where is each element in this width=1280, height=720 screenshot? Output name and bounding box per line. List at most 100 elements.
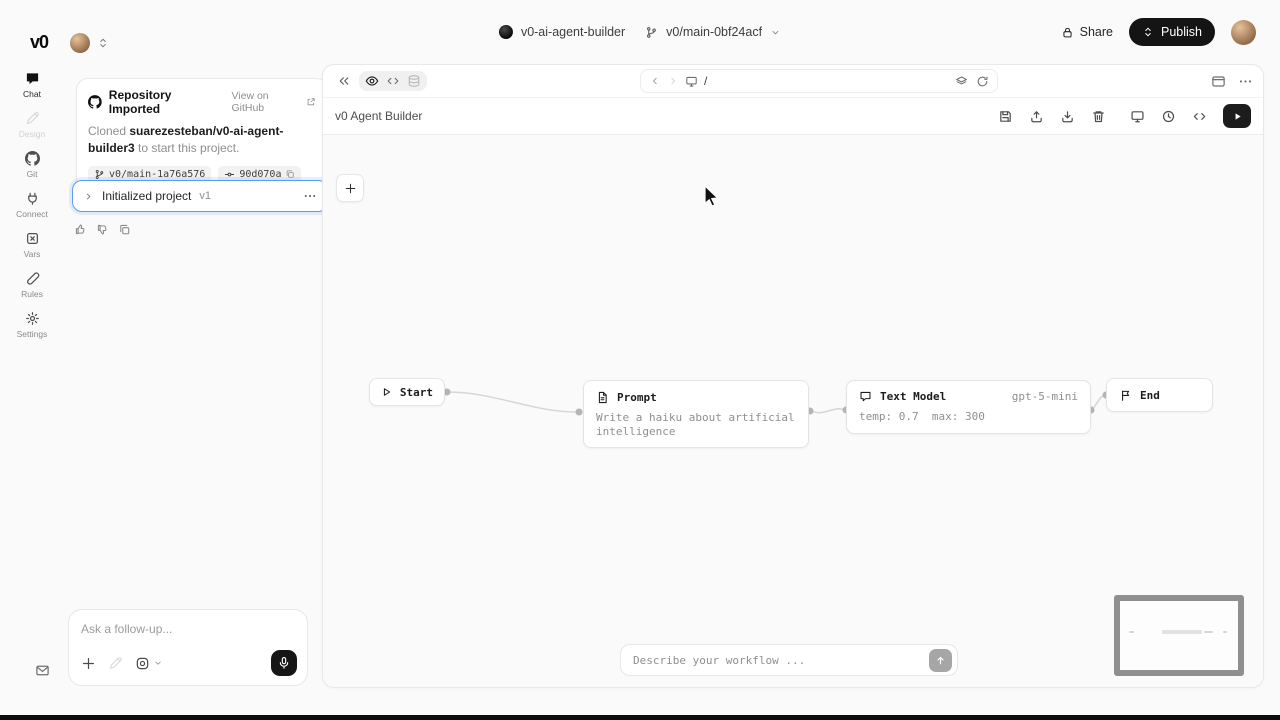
publish-button[interactable]: Publish (1129, 18, 1215, 46)
design-mode-button[interactable] (108, 656, 123, 671)
minimap-node-mark (1204, 631, 1213, 633)
account-avatar[interactable] (1231, 20, 1256, 45)
chevrons-left-icon (337, 74, 351, 88)
refresh-button[interactable] (976, 75, 989, 88)
workflow-submit-button[interactable] (929, 649, 952, 672)
rail-item-git[interactable]: Git (0, 151, 64, 179)
add-attachment-button[interactable] (81, 656, 96, 671)
view-mode-toggle (359, 71, 427, 91)
v0-logo[interactable]: v0 (30, 32, 48, 53)
rail-label: Design (19, 129, 45, 139)
node-title: End (1140, 389, 1160, 402)
feedback-mail-button[interactable] (35, 663, 50, 678)
repo-card-body: Cloned suarezesteban/v0-ai-agent-builder… (88, 123, 316, 157)
project-breadcrumb: v0-ai-agent-builder v0/main-0bf24acf (499, 0, 781, 64)
arrow-up-icon (935, 655, 946, 666)
thumbs-down-button[interactable] (96, 223, 109, 236)
minimap-node-mark (1223, 631, 1227, 633)
chat-icon (25, 71, 40, 86)
sources-dropdown[interactable] (135, 656, 163, 671)
node-start[interactable]: Start (369, 378, 445, 406)
rail-label: Git (27, 169, 38, 179)
team-switcher[interactable] (70, 33, 109, 53)
app-title: v0 Agent Builder (335, 109, 422, 123)
save-workflow-button[interactable] (998, 109, 1013, 124)
url-path[interactable]: / (704, 74, 949, 88)
collapse-sidebar-button[interactable] (333, 74, 355, 88)
top-bar: v0 v0-ai-agent-builder v0/main-0bf24acf … (0, 0, 1280, 64)
branch-icon (94, 169, 105, 180)
version-item-initialized-project[interactable]: Initialized project v1 (72, 180, 328, 212)
workflow-prompt-bar (620, 644, 958, 676)
view-code-button[interactable] (1192, 109, 1207, 124)
rules-icon (25, 271, 40, 286)
branch-selector[interactable]: v0/main-0bf24acf (645, 25, 781, 39)
import-button[interactable] (1060, 109, 1075, 124)
rail-item-settings[interactable]: Settings (0, 311, 64, 339)
delete-button[interactable] (1091, 109, 1106, 124)
chevron-right-icon[interactable] (83, 191, 94, 202)
thumbs-up-button[interactable] (74, 223, 87, 236)
history-button[interactable] (1161, 109, 1176, 124)
export-button[interactable] (1029, 109, 1044, 124)
commit-badge-label: 90d070a (239, 169, 281, 180)
builder-header: v0 Agent Builder (323, 98, 1263, 135)
node-prompt[interactable]: Prompt Write a haiku about artificial in… (583, 380, 809, 448)
copy-icon[interactable] (285, 169, 295, 179)
rail-item-vars[interactable]: Vars (0, 231, 64, 259)
play-outline-icon (381, 386, 392, 398)
preview-eye-button[interactable] (365, 74, 379, 88)
device-monitor-icon[interactable] (685, 75, 698, 88)
preview-output-button[interactable] (1130, 109, 1145, 124)
canvas-minimap[interactable] (1114, 595, 1244, 676)
trash-icon (1091, 109, 1106, 124)
database-view-button[interactable] (407, 74, 421, 88)
node-title: Start (400, 386, 433, 399)
publish-icon (1142, 26, 1154, 38)
open-in-window-button[interactable] (1211, 74, 1226, 89)
rail-item-connect[interactable]: Connect (0, 191, 64, 219)
github-icon (88, 95, 102, 109)
node-text-model[interactable]: Text Model gpt-5-mini temp: 0.7 max: 300 (846, 380, 1091, 434)
connector-dot[interactable] (576, 409, 583, 416)
layers-icon[interactable] (955, 75, 968, 88)
voice-input-button[interactable] (271, 650, 297, 676)
play-icon (1232, 111, 1243, 122)
workflow-canvas[interactable]: Start Prompt Write a haiku about artific… (323, 135, 1263, 687)
view-on-github-label: View on GitHub (231, 90, 303, 114)
run-workflow-button[interactable] (1223, 104, 1251, 128)
code-view-button[interactable] (386, 74, 400, 88)
node-end[interactable]: End (1106, 378, 1213, 412)
rail-label: Vars (24, 249, 41, 259)
file-icon (596, 391, 609, 404)
rail-item-rules[interactable]: Rules (0, 271, 64, 299)
minimap-node-mark (1162, 630, 1202, 634)
copy-message-button[interactable] (118, 223, 131, 236)
more-options-button[interactable] (1238, 74, 1253, 89)
gear-icon (25, 311, 40, 326)
nav-forward-button[interactable] (667, 75, 679, 87)
chat-bubble-icon (859, 390, 872, 403)
chevron-down-icon (153, 658, 163, 668)
message-feedback-row (74, 223, 131, 236)
nav-back-button[interactable] (649, 75, 661, 87)
followup-input[interactable] (81, 622, 295, 636)
rail-item-chat[interactable]: Chat (0, 71, 64, 99)
minimap-node-mark (1129, 631, 1134, 633)
rail-item-design[interactable]: Design (0, 111, 64, 139)
code-icon (1192, 109, 1207, 124)
node-model-params: temp: 0.7 max: 300 (859, 410, 1078, 424)
user-avatar (70, 33, 90, 53)
project-chip[interactable]: v0-ai-agent-builder (499, 25, 625, 39)
rail-label: Connect (16, 209, 48, 219)
project-name: v0-ai-agent-builder (521, 25, 625, 39)
github-icon (25, 151, 40, 166)
node-title: Prompt (617, 391, 657, 404)
share-button[interactable]: Share (1061, 25, 1113, 39)
version-menu-button[interactable] (303, 189, 317, 203)
publish-label: Publish (1161, 25, 1202, 39)
commit-icon (224, 169, 235, 180)
workflow-prompt-input[interactable] (633, 654, 929, 667)
add-node-button[interactable] (336, 174, 364, 202)
view-on-github-link[interactable]: View on GitHub (231, 90, 316, 114)
